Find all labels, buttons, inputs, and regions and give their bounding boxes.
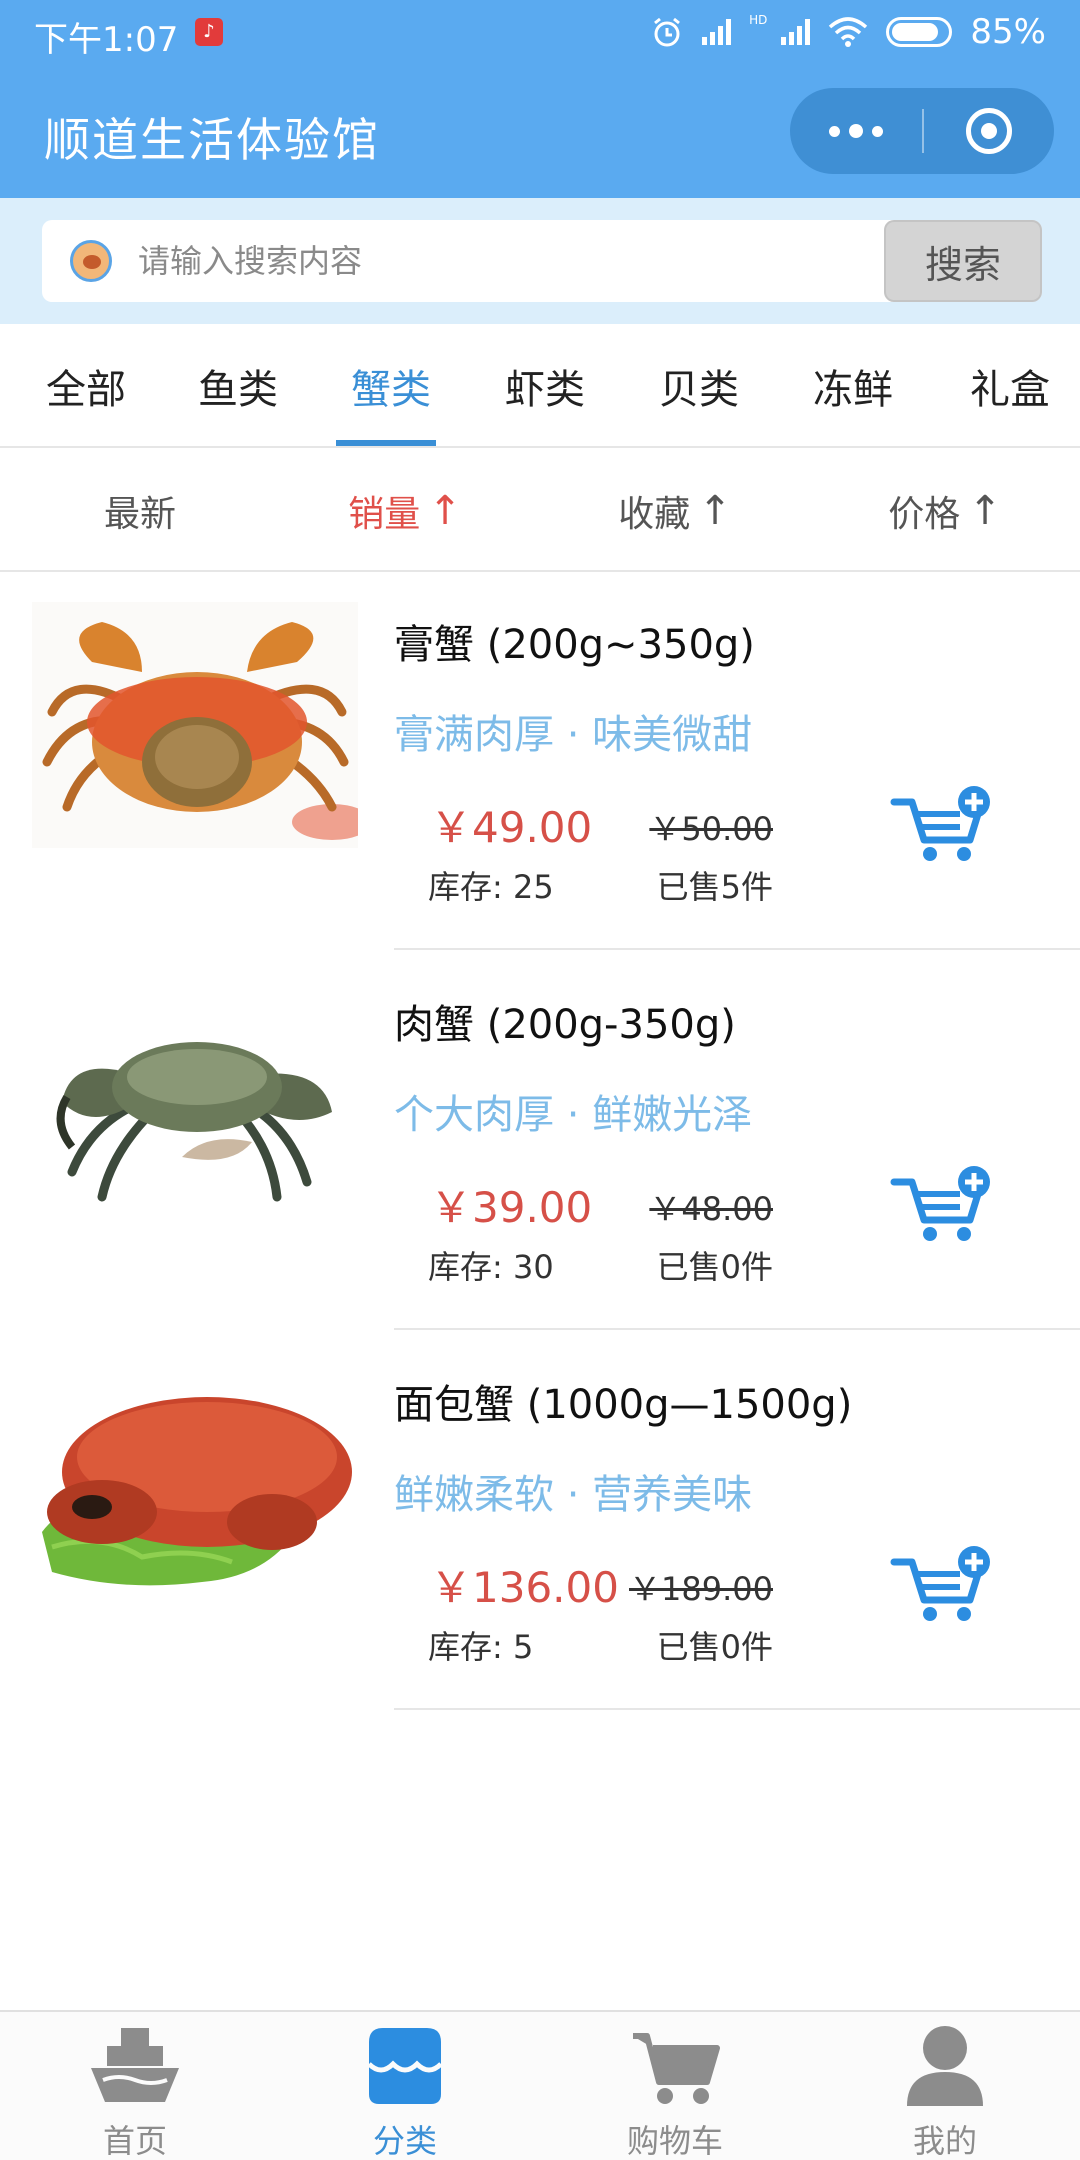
product-original-price: ￥48.00 bbox=[649, 1190, 773, 1228]
tab-fish[interactable]: 鱼类 bbox=[178, 324, 298, 448]
alarm-icon bbox=[654, 17, 681, 47]
search-box: 搜索 bbox=[42, 220, 1042, 302]
user-icon bbox=[907, 2026, 983, 2106]
status-time: 下午1:07 bbox=[34, 20, 179, 60]
sort-sales[interactable]: 销量 ↑ bbox=[320, 450, 490, 572]
sort-sales-label: 销量 bbox=[348, 494, 421, 535]
product-price: ￥49.00 bbox=[430, 803, 593, 852]
product-item[interactable]: 肉蟹 (200g-350g) 个大肉厚 · 鲜嫩光泽 ￥39.00 库存: 30… bbox=[0, 952, 1080, 1332]
sort-price[interactable]: 价格 ↑ bbox=[860, 450, 1030, 572]
sort-price-label: 价格 bbox=[888, 494, 961, 535]
sort-arrow-up-icon: ↑ bbox=[428, 488, 462, 534]
product-stock: 库存: 25 bbox=[428, 868, 554, 906]
search-input[interactable] bbox=[138, 220, 908, 302]
signal-hd-icon bbox=[781, 19, 811, 45]
tab-all[interactable]: 全部 bbox=[26, 324, 146, 448]
category-tabs: 全部 鱼类 蟹类 虾类 贝类 冻鲜 礼盒 bbox=[0, 324, 1080, 448]
signal-icon bbox=[702, 19, 732, 45]
sort-favorites-label: 收藏 bbox=[618, 494, 691, 535]
status-bar: 下午1:07 ♪ HD 85% bbox=[0, 0, 1080, 68]
row-divider bbox=[394, 1708, 1080, 1710]
wifi-icon bbox=[829, 17, 868, 47]
brown-crab-photo bbox=[32, 1362, 358, 1608]
cart-icon bbox=[633, 2033, 720, 2104]
shop-avatar-icon bbox=[70, 240, 112, 282]
tab-shrimp[interactable]: 虾类 bbox=[485, 324, 605, 448]
close-miniprogram-button[interactable] bbox=[924, 88, 1054, 174]
active-tab-indicator bbox=[336, 440, 436, 446]
tab-gift-box[interactable]: 礼盒 bbox=[950, 324, 1070, 448]
network-type-label: HD bbox=[749, 13, 768, 27]
sort-arrow-up-icon: ↑ bbox=[698, 488, 732, 534]
nav-category-label: 分类 bbox=[372, 2122, 437, 2160]
target-icon bbox=[966, 108, 1012, 154]
tab-shellfish[interactable]: 贝类 bbox=[639, 324, 759, 448]
tab-frozen[interactable]: 冻鲜 bbox=[793, 324, 913, 448]
sort-favorites[interactable]: 收藏 ↑ bbox=[590, 450, 760, 572]
battery-percent: 85% bbox=[970, 12, 1046, 52]
row-divider bbox=[394, 948, 1080, 950]
product-item[interactable]: 膏蟹 (200g~350g) 膏满肉厚 · 味美微甜 ￥49.00 库存: 25… bbox=[0, 572, 1080, 952]
battery-icon bbox=[886, 17, 953, 47]
battery-fill bbox=[892, 23, 939, 41]
status-right: HD 85% bbox=[650, 12, 1046, 52]
product-stock: 库存: 30 bbox=[428, 1248, 554, 1286]
sort-newest[interactable]: 最新 bbox=[60, 450, 220, 572]
product-name: 肉蟹 (200g-350g) bbox=[394, 1002, 736, 1048]
add-to-cart-icon[interactable] bbox=[890, 784, 994, 864]
nav-home[interactable]: 首页 bbox=[0, 2012, 270, 2160]
netease-music-icon: ♪ bbox=[195, 18, 223, 46]
nav-profile[interactable]: 我的 bbox=[810, 2012, 1080, 2160]
sort-newest-label: 最新 bbox=[103, 494, 176, 535]
nav-cart-label: 购物车 bbox=[626, 2122, 723, 2160]
product-tags: 个大肉厚 · 鲜嫩光泽 bbox=[394, 1092, 753, 1138]
more-menu-button[interactable] bbox=[790, 88, 922, 174]
search-bar: 搜索 bbox=[0, 198, 1080, 324]
swimmer-crab-photo bbox=[32, 602, 358, 848]
nav-cart[interactable]: 购物车 bbox=[540, 2012, 810, 2160]
miniprogram-capsule bbox=[790, 88, 1054, 174]
product-name: 面包蟹 (1000g—1500g) bbox=[394, 1382, 853, 1428]
add-to-cart-icon[interactable] bbox=[890, 1164, 994, 1244]
ship-icon bbox=[91, 2028, 179, 2102]
nav-home-label: 首页 bbox=[102, 2122, 167, 2160]
sort-bar: 最新 销量 ↑ 收藏 ↑ 价格 ↑ bbox=[0, 450, 1080, 572]
mud-crab-photo bbox=[32, 982, 358, 1228]
sort-arrow-up-icon: ↑ bbox=[968, 488, 1002, 534]
product-stock: 库存: 5 bbox=[428, 1628, 534, 1666]
product-tags: 鲜嫩柔软 · 营养美味 bbox=[394, 1472, 753, 1518]
product-tags: 膏满肉厚 · 味美微甜 bbox=[394, 712, 753, 758]
product-original-price: ￥50.00 bbox=[649, 810, 773, 848]
tab-crab[interactable]: 蟹类 bbox=[331, 324, 451, 448]
nav-category[interactable]: 分类 bbox=[270, 2012, 540, 2160]
product-price: ￥39.00 bbox=[430, 1183, 593, 1232]
page-title: 顺道生活体验馆 bbox=[44, 113, 380, 167]
product-name: 膏蟹 (200g~350g) bbox=[394, 622, 755, 668]
app-header: 下午1:07 ♪ HD 85% 顺道生活体验馆 bbox=[0, 0, 1080, 198]
product-original-price: ￥189.00 bbox=[629, 1570, 773, 1608]
row-divider bbox=[394, 1328, 1080, 1330]
product-price: ￥136.00 bbox=[430, 1563, 619, 1612]
product-sold-count: 已售0件 bbox=[656, 1628, 773, 1666]
search-button[interactable]: 搜索 bbox=[884, 220, 1042, 302]
nav-profile-label: 我的 bbox=[912, 2122, 977, 2160]
product-item[interactable]: 面包蟹 (1000g—1500g) 鲜嫩柔软 · 营养美味 ￥136.00 库存… bbox=[0, 1332, 1080, 1712]
product-sold-count: 已售5件 bbox=[656, 868, 773, 906]
add-to-cart-icon[interactable] bbox=[890, 1544, 994, 1624]
product-sold-count: 已售0件 bbox=[656, 1248, 773, 1286]
bottom-tab-bar: 首页 分类 购物车 我的 bbox=[0, 2010, 1080, 2160]
category-store-icon bbox=[367, 2028, 443, 2104]
